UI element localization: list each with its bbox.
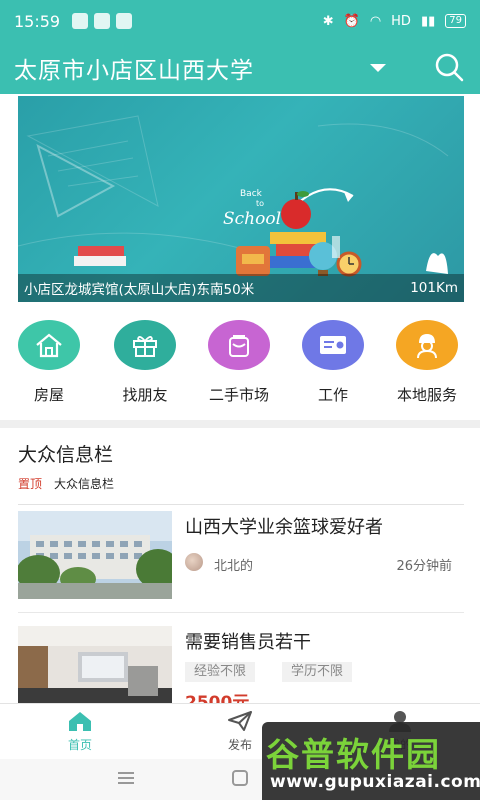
category-local-service[interactable]: 本地服务	[380, 320, 474, 412]
banner-location: 小店区龙城宾馆(太原山大店)东南50米	[24, 282, 255, 298]
category-label: 二手市场	[208, 386, 269, 404]
network-type: HD	[391, 13, 411, 29]
banner-to-text: to	[256, 199, 264, 208]
category-jobs[interactable]: 工作	[286, 320, 380, 412]
app-notification-icon	[94, 13, 111, 29]
status-indicators: ✱ ⏰ ◠ HD ▮▮ 79	[323, 14, 466, 29]
wifi-icon: ◠	[369, 13, 382, 29]
home-button-icon[interactable]	[232, 770, 248, 786]
tab-label: 发布	[227, 738, 252, 752]
post-author: 北北的	[214, 559, 254, 574]
category-label: 工作	[317, 386, 348, 404]
category-grid: 房屋 找朋友 二手市场 工作 本地服务	[0, 320, 480, 412]
category-house[interactable]: 房屋	[0, 320, 98, 412]
category-label: 房屋	[33, 386, 64, 404]
menu-icon[interactable]	[118, 772, 134, 784]
worker-icon	[396, 320, 458, 370]
post-thumbnail	[18, 511, 172, 599]
id-card-icon	[302, 320, 364, 370]
watermark: 谷普软件园 www.gupuxiazai.com	[262, 722, 480, 800]
banner-distance: 101Km	[410, 280, 458, 296]
post-tag: 学历不限	[282, 662, 353, 682]
post-title: 山西大学业余篮球爱好者	[185, 517, 383, 538]
bluetooth-icon: ✱	[322, 13, 334, 29]
bag-icon	[208, 320, 270, 370]
banner-school-text: School	[223, 209, 281, 229]
banner-illustration: Back to School	[18, 115, 449, 277]
category-label: 找朋友	[122, 386, 168, 404]
house-icon	[18, 320, 80, 370]
home-icon	[69, 712, 91, 731]
post-time: 26分钟前	[396, 559, 452, 574]
tab-label: 首页	[67, 738, 92, 752]
chevron-down-icon[interactable]	[370, 64, 386, 72]
info-subtitle-row: 置顶 大众信息栏	[18, 475, 464, 492]
tab-home[interactable]: 首页	[0, 704, 160, 759]
battery-icon: 79	[445, 14, 466, 28]
category-secondhand[interactable]: 二手市场	[192, 320, 286, 412]
category-friends[interactable]: 找朋友	[98, 320, 192, 412]
alarm-icon: ⏰	[343, 13, 360, 29]
phone-notification-icon	[72, 13, 89, 29]
search-icon[interactable]	[432, 51, 466, 85]
post-tag: 经验不限	[185, 662, 256, 682]
pinned-badge: 置顶	[18, 477, 43, 491]
post-card[interactable]: 需要销售员若干 经验不限 学历不限 2500元	[18, 626, 464, 714]
post-card[interactable]: 山西大学业余篮球爱好者 北北的 26分钟前	[18, 511, 464, 601]
app-header: 太原市小店区山西大学	[0, 42, 480, 94]
banner-carousel[interactable]: Back to School 小店区龙城宾馆(太原山大店)东南50米 101Km	[18, 96, 464, 302]
info-section: 大众信息栏 置顶 大众信息栏	[18, 440, 464, 505]
category-label: 本地服务	[396, 386, 457, 404]
info-title: 大众信息栏	[18, 444, 114, 466]
paper-plane-icon	[228, 711, 252, 731]
gift-icon	[114, 320, 176, 370]
signal-icon: ▮▮	[420, 13, 436, 29]
post-thumbnail	[18, 626, 172, 714]
location-title[interactable]: 太原市小店区山西大学	[14, 51, 254, 85]
info-divider	[18, 504, 464, 505]
banner-caption: 小店区龙城宾馆(太原山大店)东南50米 101Km	[18, 274, 464, 302]
section-divider	[0, 420, 480, 428]
info-subtitle: 大众信息栏	[54, 477, 115, 491]
message-notification-icon	[116, 13, 133, 29]
status-time: 15:59	[14, 11, 61, 31]
avatar	[185, 553, 203, 571]
status-bar: 15:59 ✱ ⏰ ◠ HD ▮▮ 79	[0, 0, 480, 42]
list-divider	[18, 612, 464, 613]
watermark-brand: 谷普软件园	[266, 735, 441, 774]
banner-back-text: Back	[240, 189, 263, 199]
post-title: 需要销售员若干	[185, 632, 311, 653]
watermark-url: www.gupuxiazai.com	[270, 772, 480, 792]
